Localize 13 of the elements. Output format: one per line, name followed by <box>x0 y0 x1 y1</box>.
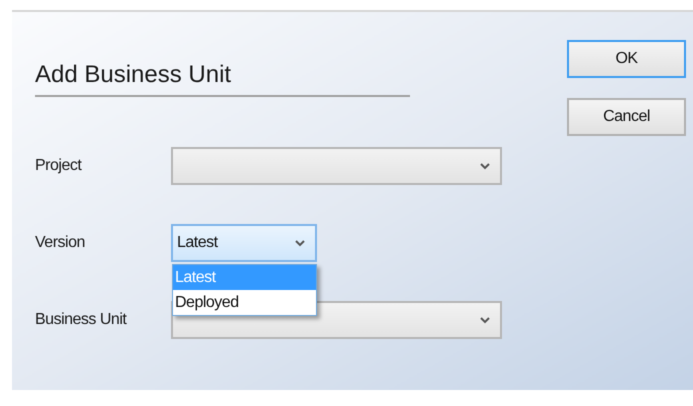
chevron-down-icon <box>295 240 305 246</box>
dropdown-field[interactable]: Latest <box>171 224 317 262</box>
dialog-button[interactable]: Cancel <box>567 98 686 136</box>
field-label: Business Unit <box>35 310 128 330</box>
chevron-down-icon <box>480 316 490 324</box>
field-label: Project <box>35 156 83 176</box>
dropdown-field[interactable] <box>171 147 502 185</box>
field-value: Latest <box>177 233 218 253</box>
dialog-button[interactable]: OK <box>567 40 686 78</box>
field-label: Version <box>35 233 86 253</box>
chevron-down-icon <box>480 162 490 170</box>
dialog-title: Add Business Unit <box>35 60 410 97</box>
dropdown-option[interactable]: Deployed <box>173 290 316 315</box>
